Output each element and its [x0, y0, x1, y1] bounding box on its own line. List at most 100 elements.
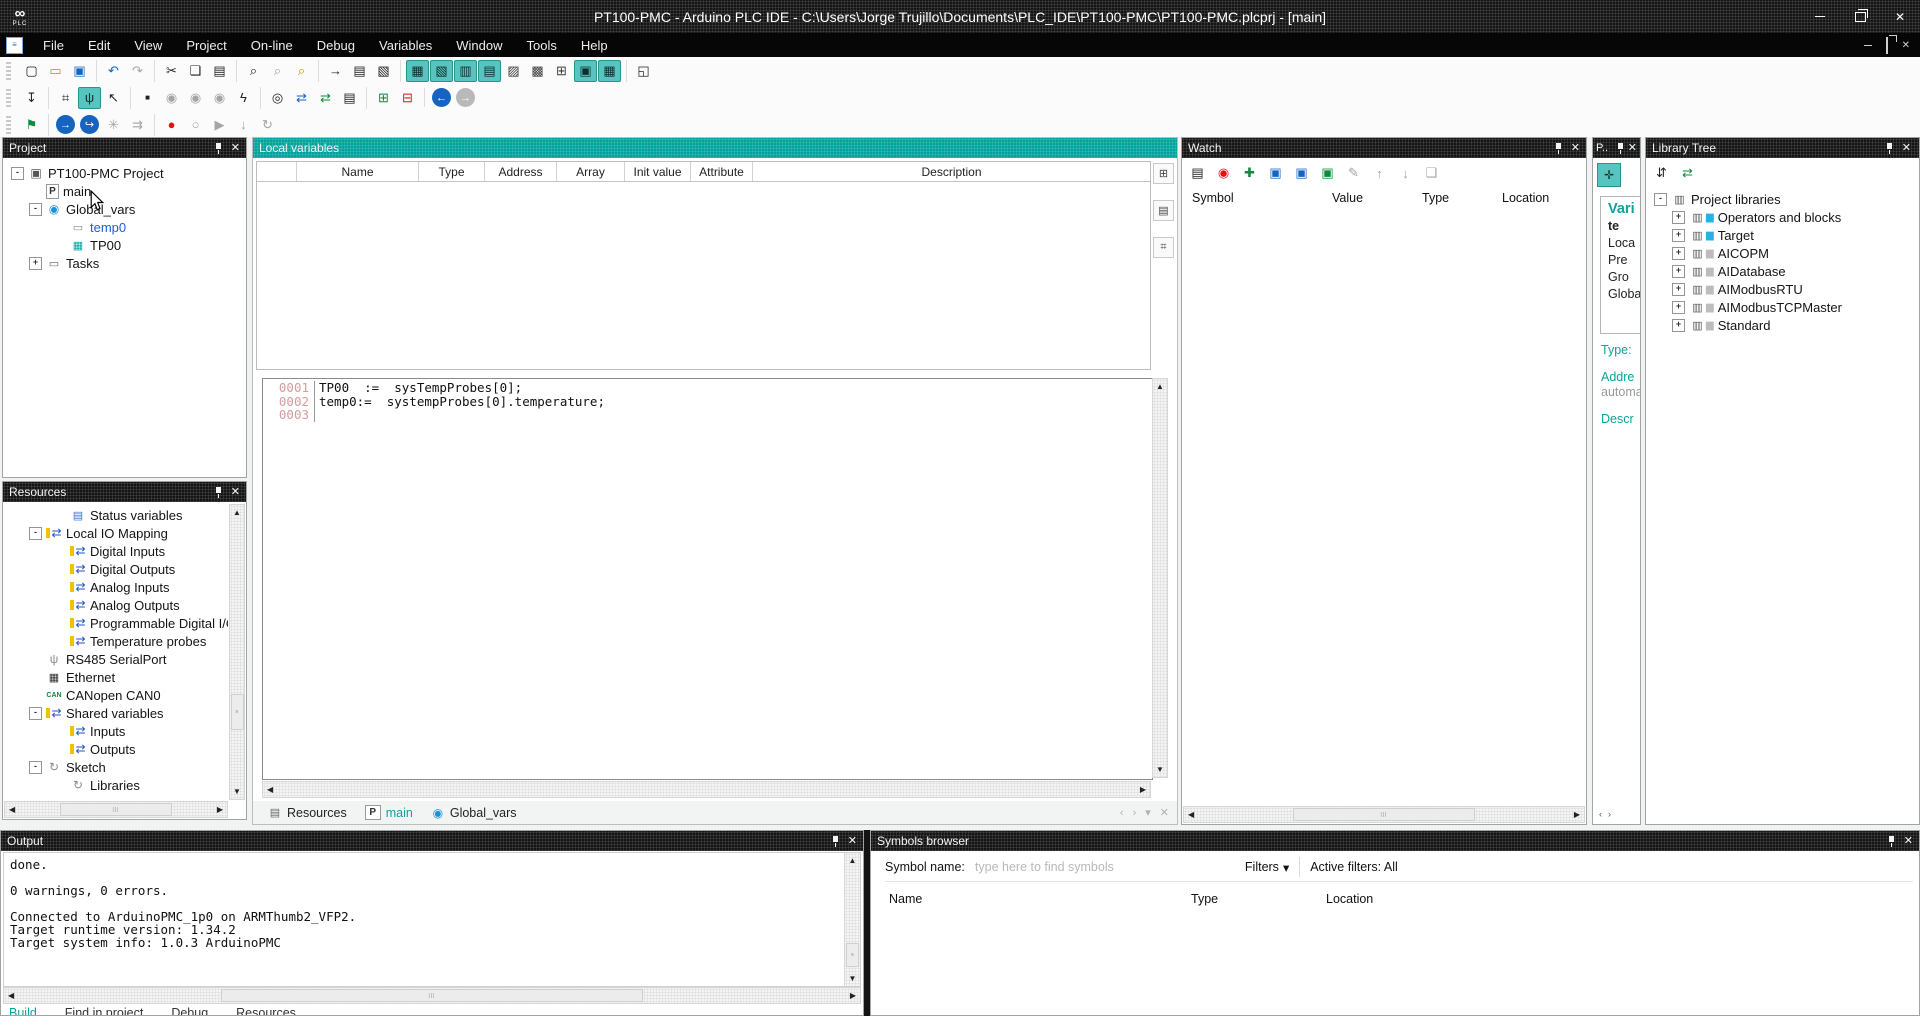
column-header[interactable]: Value	[1322, 188, 1412, 208]
breakpoint-icon[interactable]: ○	[184, 114, 207, 136]
close-icon[interactable]: ✕	[1904, 836, 1913, 847]
editor-tab[interactable]: ▤ Resources	[259, 801, 356, 824]
close-icon[interactable]: ✕	[1902, 143, 1911, 154]
step-into-icon[interactable]: ↓	[232, 114, 255, 136]
notes-view-icon[interactable]: ▤	[1153, 200, 1174, 221]
run-task-icon[interactable]: ⚑	[20, 114, 43, 136]
scrollbar-thumb[interactable]: |||	[60, 803, 172, 816]
expander-icon[interactable]: +	[29, 257, 42, 270]
scrollbar-thumb[interactable]: |||	[221, 989, 643, 1002]
close-icon[interactable]: ✕	[1571, 143, 1580, 154]
expander-icon[interactable]: +	[1672, 211, 1685, 224]
expander-icon[interactable]: +	[1672, 301, 1685, 314]
tab-scroll-right-icon[interactable]: ›	[1133, 807, 1137, 819]
scroll-left-icon[interactable]: ◀	[9, 805, 15, 814]
close-icon[interactable]: ✕	[1628, 143, 1637, 154]
save-watch-list-icon[interactable]: ▣	[1264, 162, 1287, 184]
expander-icon[interactable]: -	[29, 761, 42, 774]
scroll-down-icon[interactable]: ▼	[849, 974, 857, 983]
editor-horizontal-scrollbar[interactable]: ◀ ▶	[262, 781, 1151, 798]
editor-tab[interactable]: P main	[356, 801, 422, 824]
tab-build[interactable]: Build	[9, 1006, 37, 1016]
stop-icon[interactable]: ■	[136, 87, 159, 109]
column-header[interactable]: Init value	[625, 162, 691, 181]
tree-item[interactable]: - ⇄ Local IO Mapping	[3, 524, 228, 542]
scroll-up-icon[interactable]: ▲	[849, 856, 857, 865]
menu-edit[interactable]: Edit	[76, 33, 122, 57]
expander-icon[interactable]: +	[1672, 229, 1685, 242]
tree-item[interactable]: P main	[3, 182, 246, 200]
record-icon[interactable]: ●	[160, 114, 183, 136]
scroll-right-icon[interactable]: ▶	[1574, 810, 1580, 819]
append-watch-list-icon[interactable]: ▣	[1316, 162, 1339, 184]
tree-item[interactable]: + ▭ Tasks	[3, 254, 246, 272]
scroll-up-icon[interactable]: ▲	[233, 508, 241, 517]
download-to-target-icon[interactable]: →	[324, 60, 347, 82]
scroll-right-icon[interactable]: ▶	[217, 805, 223, 814]
tree-item[interactable]: ⇄ Programmable Digital I/O	[3, 614, 228, 632]
tools-window-toggle-icon[interactable]: ▩	[526, 60, 549, 82]
tab-find-in-project[interactable]: Find in project	[65, 1006, 144, 1016]
scrollbar-thumb[interactable]: |||	[1293, 808, 1475, 821]
pin-icon[interactable]	[1554, 142, 1563, 154]
scroll-down-icon[interactable]: ▼	[1156, 765, 1164, 774]
mdi-minimize-button[interactable]	[1864, 45, 1872, 46]
scroll-left-icon[interactable]: ‹	[1599, 809, 1602, 819]
tree-item[interactable]: ⇄ Analog Outputs	[3, 596, 228, 614]
copy-icon[interactable]: ❏	[184, 60, 207, 82]
close-button[interactable]: ✕	[1880, 0, 1920, 33]
cross-reference-window-toggle-icon[interactable]: ⊞	[550, 60, 573, 82]
online-step-icon[interactable]: ↪	[80, 115, 99, 134]
sort-libraries-icon[interactable]: ⇵	[1650, 162, 1673, 184]
group-view-icon[interactable]: ⌗	[1153, 237, 1174, 258]
symbols-browser-panel-header[interactable]: Symbols browser ✕	[871, 831, 1919, 851]
io-modules-icon[interactable]: ⇄	[290, 87, 313, 109]
menu-debug[interactable]: Debug	[305, 33, 367, 57]
column-header[interactable]: Type	[419, 162, 485, 181]
redo-icon[interactable]: ↷	[126, 60, 149, 82]
column-header[interactable]: Name	[871, 889, 1173, 909]
menu-help[interactable]: Help	[569, 33, 620, 57]
resources-vertical-scrollbar[interactable]: ▲ ≡ ▼	[229, 504, 245, 800]
tree-item[interactable]: ⇄ Outputs	[3, 740, 228, 758]
find-in-project-icon[interactable]: ⌕	[290, 60, 313, 82]
column-header[interactable]: Name	[297, 162, 419, 181]
tree-item[interactable]: - ⇄ Shared variables	[3, 704, 228, 722]
menu-file[interactable]: File	[31, 33, 76, 57]
menu-window[interactable]: Window	[444, 33, 514, 57]
warm-restart-icon[interactable]: ◉	[208, 87, 231, 109]
tree-item[interactable]: ⇄ Temperature probes	[3, 632, 228, 650]
expander-icon[interactable]: -	[29, 527, 42, 540]
save-icon[interactable]: ▣	[68, 60, 91, 82]
watch-horizontal-scrollbar[interactable]: ◀ ||| ▶	[1183, 806, 1585, 823]
pin-icon[interactable]	[1887, 835, 1896, 847]
close-icon[interactable]: ✕	[848, 836, 857, 847]
tree-item[interactable]: + ▥ ▆ Operators and blocks	[1646, 208, 1919, 226]
tree-item[interactable]: ⇄ Inputs	[3, 722, 228, 740]
scroll-right-icon[interactable]: ▶	[850, 991, 856, 1000]
minimize-button[interactable]	[1800, 0, 1840, 33]
symbols-window-toggle-icon[interactable]: ▦	[598, 60, 621, 82]
expander-icon[interactable]: -	[29, 707, 42, 720]
tab-close-icon[interactable]: ✕	[1160, 806, 1169, 819]
scrollbar-thumb[interactable]: ≡	[231, 694, 244, 730]
build-download-icon[interactable]: ↧	[20, 87, 43, 109]
column-header[interactable]: Type	[1173, 889, 1308, 909]
tree-item[interactable]: + ▥ ▆ AIDatabase	[1646, 262, 1919, 280]
pin-icon[interactable]	[214, 486, 223, 498]
output-horizontal-scrollbar[interactable]: ◀ ||| ▶	[3, 987, 861, 1004]
refresh-libraries-icon[interactable]: ⇄	[1676, 162, 1699, 184]
tree-item[interactable]: - ▣ PT100-PMC Project	[3, 164, 246, 182]
tree-item[interactable]: + ▥ ▆ Standard	[1646, 316, 1919, 334]
insert-record-icon[interactable]: ⊞	[372, 87, 395, 109]
scrollbar-thumb[interactable]: ≡	[846, 943, 859, 967]
module-list-icon[interactable]: ▤	[338, 87, 361, 109]
tree-item[interactable]: ⇄ Analog Inputs	[3, 578, 228, 596]
debug-settings-icon[interactable]: ✳	[102, 114, 125, 136]
library-window-toggle-icon[interactable]: ▥	[454, 60, 477, 82]
column-header[interactable]: Location	[1308, 889, 1919, 909]
refresh-modules-icon[interactable]: ⇄	[314, 87, 337, 109]
find-next-icon[interactable]: ⌕	[266, 60, 289, 82]
tab-list-dropdown-icon[interactable]: ▾	[1145, 806, 1151, 819]
output-window-toggle-icon[interactable]: ▣	[574, 60, 597, 82]
